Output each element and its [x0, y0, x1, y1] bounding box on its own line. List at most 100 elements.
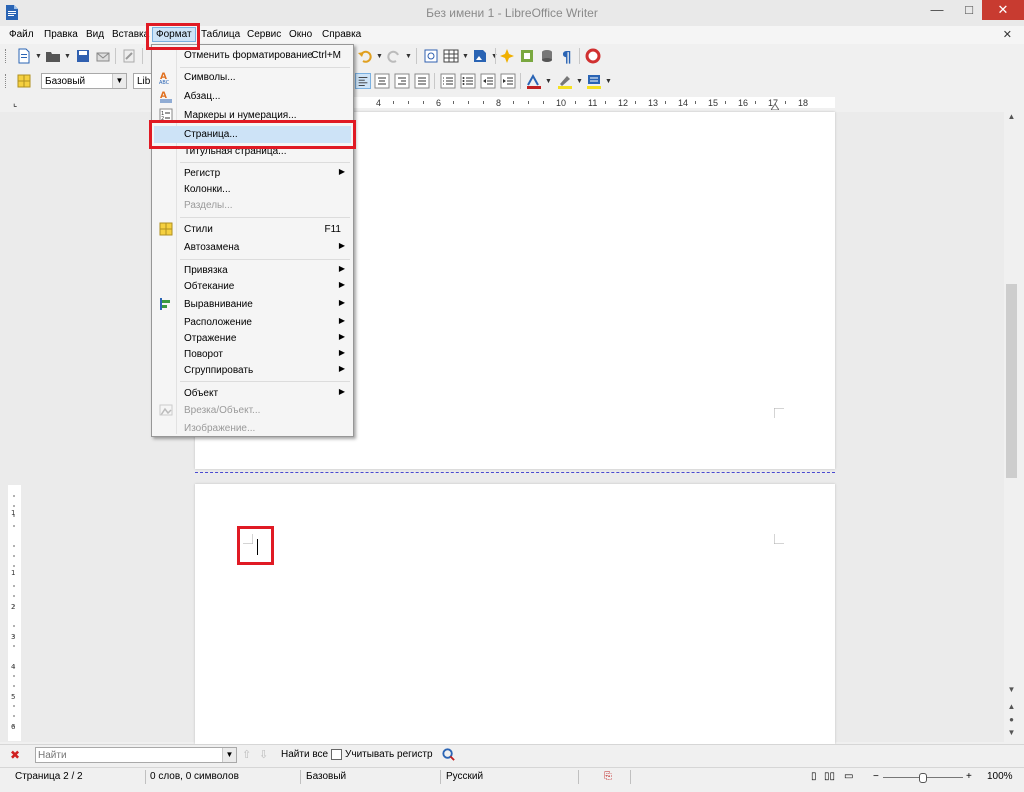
- gallery-icon[interactable]: [519, 48, 535, 64]
- navigation-icon[interactable]: ●: [1004, 715, 1019, 728]
- edit-mode-icon[interactable]: [121, 48, 137, 64]
- styles-icon[interactable]: [16, 73, 32, 89]
- menu-item-rotate[interactable]: Поворот ▶: [154, 346, 351, 363]
- menu-item-change-case[interactable]: Регистр ▶: [154, 165, 351, 182]
- toolbar-separator: [495, 48, 496, 64]
- font-color-icon[interactable]: [526, 73, 542, 89]
- word-count-status[interactable]: 0 слов, 0 символов: [150, 771, 239, 782]
- zoom-level-status[interactable]: 100%: [987, 771, 1013, 782]
- next-page-icon[interactable]: ▼: [1004, 728, 1019, 741]
- scrollbar-thumb[interactable]: [1006, 284, 1017, 478]
- numbering-icon[interactable]: [440, 73, 456, 89]
- match-case-checkbox[interactable]: [331, 749, 342, 760]
- minimize-button[interactable]: —: [923, 0, 951, 20]
- chevron-down-icon[interactable]: ▼: [112, 74, 126, 88]
- scroll-down-icon[interactable]: ▼: [1004, 685, 1019, 698]
- zoom-in-icon[interactable]: +: [966, 771, 972, 782]
- zoom-slider-handle[interactable]: [919, 773, 927, 783]
- help-lifebuoy-icon[interactable]: [585, 48, 601, 64]
- menu-file[interactable]: Файл: [9, 29, 34, 40]
- chevron-down-icon[interactable]: ▼: [376, 53, 383, 60]
- close-window-button[interactable]: ✕: [982, 0, 1024, 20]
- menu-item-paragraph[interactable]: A Абзац...: [154, 88, 351, 105]
- find-combo[interactable]: ▼: [35, 747, 237, 763]
- tab-type-icon[interactable]: ⌞: [13, 98, 17, 109]
- close-document-icon[interactable]: ✕: [1003, 28, 1012, 41]
- find-all-button[interactable]: Найти все: [281, 749, 328, 760]
- menu-item-arrange[interactable]: Расположение ▶: [154, 314, 351, 331]
- undo-icon[interactable]: [357, 48, 373, 64]
- page-2[interactable]: [195, 484, 835, 744]
- close-find-bar-icon[interactable]: ✖: [10, 748, 20, 762]
- page-number-status[interactable]: Страница 2 / 2: [15, 771, 83, 782]
- save-icon[interactable]: [75, 48, 91, 64]
- vertical-ruler[interactable]: 1 1 2 3 4 5 6: [8, 485, 21, 741]
- formatting-marks-icon[interactable]: ¶: [559, 48, 575, 64]
- menu-item-object[interactable]: Объект ▶: [154, 385, 351, 402]
- menu-view[interactable]: Вид: [86, 29, 104, 40]
- menu-edit[interactable]: Правка: [44, 29, 78, 40]
- find-replace-dialog-icon[interactable]: [441, 747, 456, 762]
- decrease-indent-icon[interactable]: [480, 73, 496, 89]
- menu-item-anchor[interactable]: Привязка ▶: [154, 262, 351, 279]
- table-icon[interactable]: [443, 48, 459, 64]
- book-view-icon[interactable]: ▭: [844, 771, 853, 782]
- menu-window[interactable]: Окно: [289, 29, 312, 40]
- vertical-scrollbar[interactable]: ▲ ▼ ▲ ● ▼: [1004, 112, 1019, 742]
- insert-image-icon[interactable]: [472, 48, 488, 64]
- chevron-down-icon[interactable]: ▼: [64, 53, 71, 60]
- multi-page-view-icon[interactable]: ▯▯: [824, 771, 835, 782]
- data-sources-icon[interactable]: [539, 48, 555, 64]
- chevron-down-icon[interactable]: ▼: [222, 748, 236, 762]
- justify-icon[interactable]: [414, 73, 430, 89]
- redo-icon[interactable]: [386, 48, 402, 64]
- menu-item-columns[interactable]: Колонки...: [154, 181, 351, 198]
- chevron-down-icon[interactable]: ▼: [545, 78, 552, 85]
- background-color-icon[interactable]: [586, 73, 602, 89]
- menu-item-characters[interactable]: A ABC Символы...: [154, 69, 351, 86]
- find-previous-icon[interactable]: ⇧: [242, 748, 251, 761]
- new-document-icon[interactable]: [16, 48, 32, 64]
- align-center-icon[interactable]: [374, 73, 390, 89]
- right-indent-marker-icon[interactable]: [771, 102, 779, 110]
- open-folder-icon[interactable]: [45, 48, 61, 64]
- chevron-down-icon[interactable]: ▼: [35, 53, 42, 60]
- chevron-down-icon[interactable]: ▼: [605, 78, 612, 85]
- menu-item-group[interactable]: Сгруппировать ▶: [154, 362, 351, 379]
- language-status[interactable]: Русский: [446, 771, 483, 782]
- document-modified-icon[interactable]: ⎘: [604, 771, 612, 782]
- align-right-icon[interactable]: [394, 73, 410, 89]
- highlighting-icon[interactable]: [557, 73, 573, 89]
- menu-item-flip[interactable]: Отражение ▶: [154, 330, 351, 347]
- toolbar-grip[interactable]: [5, 49, 9, 63]
- single-page-view-icon[interactable]: ▯: [811, 771, 817, 782]
- menu-item-align[interactable]: Выравнивание ▶: [154, 296, 351, 313]
- align-left-icon[interactable]: [355, 73, 371, 89]
- submenu-arrow-icon: ▶: [338, 280, 345, 289]
- find-replace-icon[interactable]: [423, 48, 439, 64]
- menu-tools[interactable]: Сервис: [247, 29, 281, 40]
- page-style-status[interactable]: Базовый: [306, 771, 346, 782]
- chevron-down-icon[interactable]: ▼: [462, 53, 469, 60]
- menu-help[interactable]: Справка: [322, 29, 361, 40]
- toolbar-grip[interactable]: [5, 74, 9, 88]
- menu-table[interactable]: Таблица: [201, 29, 240, 40]
- menu-item-wrap[interactable]: Обтекание ▶: [154, 278, 351, 295]
- maximize-button[interactable]: □: [955, 0, 983, 20]
- previous-page-icon[interactable]: ▲: [1004, 702, 1019, 715]
- navigator-icon[interactable]: [499, 48, 515, 64]
- menu-item-autocorrect[interactable]: Автозамена ▶: [154, 239, 351, 256]
- menu-insert[interactable]: Вставка: [112, 29, 149, 40]
- email-icon[interactable]: [95, 48, 111, 64]
- find-input[interactable]: [38, 748, 218, 762]
- scroll-up-icon[interactable]: ▲: [1004, 112, 1019, 125]
- find-next-icon[interactable]: ⇩: [259, 748, 268, 761]
- chevron-down-icon[interactable]: ▼: [576, 78, 583, 85]
- paragraph-icon: A: [160, 91, 172, 103]
- menu-item-styles[interactable]: Стили F11: [154, 221, 351, 238]
- chevron-down-icon[interactable]: ▼: [405, 53, 412, 60]
- increase-indent-icon[interactable]: [500, 73, 516, 89]
- bullets-icon[interactable]: [460, 73, 476, 89]
- paragraph-style-combo[interactable]: Базовый ▼: [41, 73, 127, 89]
- zoom-out-icon[interactable]: −: [873, 771, 879, 782]
